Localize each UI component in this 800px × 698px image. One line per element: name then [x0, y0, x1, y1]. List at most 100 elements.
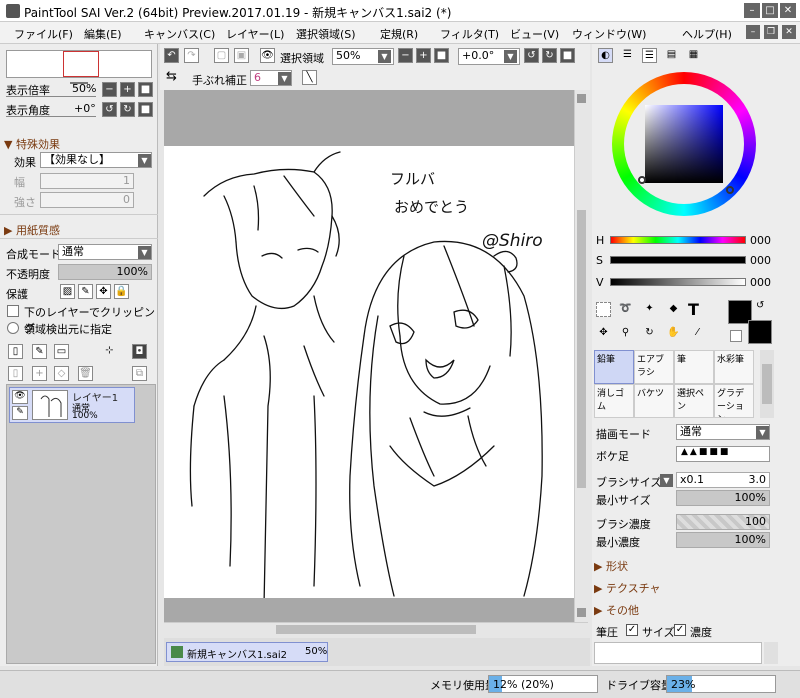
- detect-radio[interactable]: [7, 322, 19, 334]
- layer-mask-icon[interactable]: ◘: [132, 344, 147, 359]
- strength-slider[interactable]: 0: [40, 192, 134, 208]
- layer-transfer-icon[interactable]: ⊹: [102, 344, 117, 359]
- shape-header[interactable]: ▶ 形状: [594, 558, 628, 574]
- pencil-icon[interactable]: ✎: [12, 406, 28, 420]
- blur-shape-picker[interactable]: ▲▲■■■: [676, 446, 770, 462]
- rotate-reset-button[interactable]: ■: [138, 102, 153, 117]
- selection-visibility-icon[interactable]: 👁: [260, 48, 275, 63]
- protect-lock-icon[interactable]: 🔒: [114, 284, 129, 299]
- menu-selection[interactable]: 選択領域(S): [296, 26, 356, 42]
- angle-slider[interactable]: [6, 116, 96, 117]
- protect-move-icon[interactable]: ✥: [96, 284, 111, 299]
- hue-cursor[interactable]: [726, 186, 734, 194]
- delete-layer-icon[interactable]: 🗑: [78, 366, 93, 381]
- rotate-right-button[interactable]: ↻: [120, 102, 135, 117]
- navigator-thumbnail[interactable]: [6, 50, 152, 78]
- tool-select-pen[interactable]: 選択ペン: [674, 384, 714, 418]
- rotate-reset-button[interactable]: ■: [560, 48, 575, 63]
- deselect-button[interactable]: ▢: [214, 48, 229, 63]
- rgb-slider-tab-icon[interactable]: ☰: [620, 48, 635, 63]
- brush-density-slider[interactable]: 100: [676, 514, 770, 530]
- tool-pencil[interactable]: 鉛筆: [594, 350, 634, 384]
- menu-filter[interactable]: フィルタ(T): [440, 26, 499, 42]
- scroll-thumb[interactable]: [276, 625, 476, 634]
- magic-wand-icon[interactable]: ✦: [642, 302, 657, 317]
- zoom-out-button[interactable]: −: [102, 82, 117, 97]
- pressure-density-checkbox[interactable]: ✓: [674, 624, 686, 636]
- secondary-color-swatch[interactable]: [748, 320, 772, 344]
- close-button[interactable]: ✕: [780, 3, 796, 18]
- menu-window[interactable]: ウィンドウ(W): [572, 26, 646, 42]
- other-header[interactable]: ▶ その他: [594, 602, 639, 618]
- brush-size-slider[interactable]: x0.1 3.0: [676, 472, 770, 488]
- tool-gradation[interactable]: グラデーション: [714, 384, 754, 418]
- menu-help[interactable]: ヘルプ(H): [682, 26, 732, 42]
- eyedropper-icon[interactable]: ⁄: [690, 326, 705, 341]
- zoom-fit-button[interactable]: ■: [434, 48, 449, 63]
- hue-ring[interactable]: [612, 72, 756, 216]
- minimize-button[interactable]: –: [744, 3, 760, 18]
- eye-icon[interactable]: 👁: [12, 390, 28, 404]
- swatch-tab-icon[interactable]: ▤: [664, 48, 679, 63]
- menu-layer[interactable]: レイヤー(L): [226, 26, 284, 42]
- tool-scrollbar[interactable]: [760, 350, 774, 418]
- zoom-in-button[interactable]: +: [416, 48, 431, 63]
- tool-eraser[interactable]: 消しゴム: [594, 384, 634, 418]
- canvas-horizontal-scrollbar[interactable]: [164, 622, 588, 636]
- tool-watercolor[interactable]: 水彩筆: [714, 350, 754, 384]
- opacity-slider[interactable]: 100%: [58, 264, 152, 280]
- width-slider[interactable]: 1: [40, 173, 134, 189]
- doc-restore-button[interactable]: ❐: [764, 25, 778, 39]
- effects-header[interactable]: ▼ 特殊効果: [4, 136, 60, 152]
- h-slider[interactable]: [610, 236, 746, 244]
- move-icon[interactable]: ✥: [596, 326, 611, 341]
- invert-selection-button[interactable]: ▣: [234, 48, 249, 63]
- scroll-down-arrow[interactable]: [577, 608, 586, 617]
- sv-square[interactable]: [645, 105, 723, 183]
- rotate-left-button[interactable]: ↺: [102, 102, 117, 117]
- scroll-up-arrow[interactable]: [577, 94, 586, 103]
- color-wheel-tab-icon[interactable]: ◐: [598, 48, 613, 63]
- new-pen-layer-icon[interactable]: ✎: [32, 344, 47, 359]
- scratchpad-tab-icon[interactable]: ▦: [686, 48, 701, 63]
- min-size-slider[interactable]: 100%: [676, 490, 770, 506]
- scroll-thumb[interactable]: [762, 364, 772, 404]
- menu-ruler[interactable]: 定規(R): [380, 26, 418, 42]
- rotate-left-button[interactable]: ↺: [524, 48, 539, 63]
- swap-colors-icon[interactable]: ↺: [756, 300, 764, 311]
- tool-bucket[interactable]: バケツ: [634, 384, 674, 418]
- s-slider[interactable]: [610, 256, 746, 264]
- hand-icon[interactable]: ✋: [666, 326, 681, 341]
- layer-row[interactable]: 👁 ✎ レイヤー1 通常 100%: [9, 387, 135, 423]
- straight-line-icon[interactable]: ╲: [302, 70, 317, 85]
- protect-transparency-icon[interactable]: ▨: [60, 284, 75, 299]
- undo-button[interactable]: ↶: [164, 48, 179, 63]
- copy-layer-icon[interactable]: ▯: [8, 366, 23, 381]
- tool-airbrush[interactable]: エアブラシ: [634, 350, 674, 384]
- tool-brush[interactable]: 筆: [674, 350, 714, 384]
- menu-edit[interactable]: 編集(E): [84, 26, 122, 42]
- menu-view[interactable]: ビュー(V): [510, 26, 559, 42]
- layer-flatten-icon[interactable]: ⧉: [132, 366, 147, 381]
- effect-select[interactable]: 【効果なし】: [40, 152, 152, 168]
- scroll-thumb[interactable]: [577, 210, 586, 488]
- canvas-vertical-scrollbar[interactable]: [574, 90, 588, 622]
- protect-paint-icon[interactable]: ✎: [78, 284, 93, 299]
- merge-layer-icon[interactable]: +: [32, 366, 47, 381]
- zoom-reset-button[interactable]: ■: [138, 82, 153, 97]
- clear-layer-icon[interactable]: ◇: [54, 366, 69, 381]
- new-folder-icon[interactable]: ▭: [54, 344, 69, 359]
- preset-scrollbar[interactable]: [764, 642, 778, 664]
- zoom-icon[interactable]: ⚲: [618, 326, 633, 341]
- menu-canvas[interactable]: キャンバス(C): [144, 26, 215, 42]
- maximize-button[interactable]: □: [762, 3, 778, 18]
- pressure-size-checkbox[interactable]: ✓: [626, 624, 638, 636]
- rect-select-icon[interactable]: [596, 302, 611, 317]
- sv-cursor[interactable]: [638, 176, 646, 184]
- canvas-paper[interactable]: フルバ おめでとう @Shiro: [164, 146, 574, 607]
- hsv-slider-tab-icon[interactable]: ☰: [642, 48, 657, 63]
- brush-preset-list[interactable]: [594, 642, 762, 664]
- new-layer-icon[interactable]: ▯: [8, 344, 23, 359]
- shape-icon[interactable]: ◆: [666, 302, 681, 317]
- v-slider[interactable]: [610, 278, 746, 286]
